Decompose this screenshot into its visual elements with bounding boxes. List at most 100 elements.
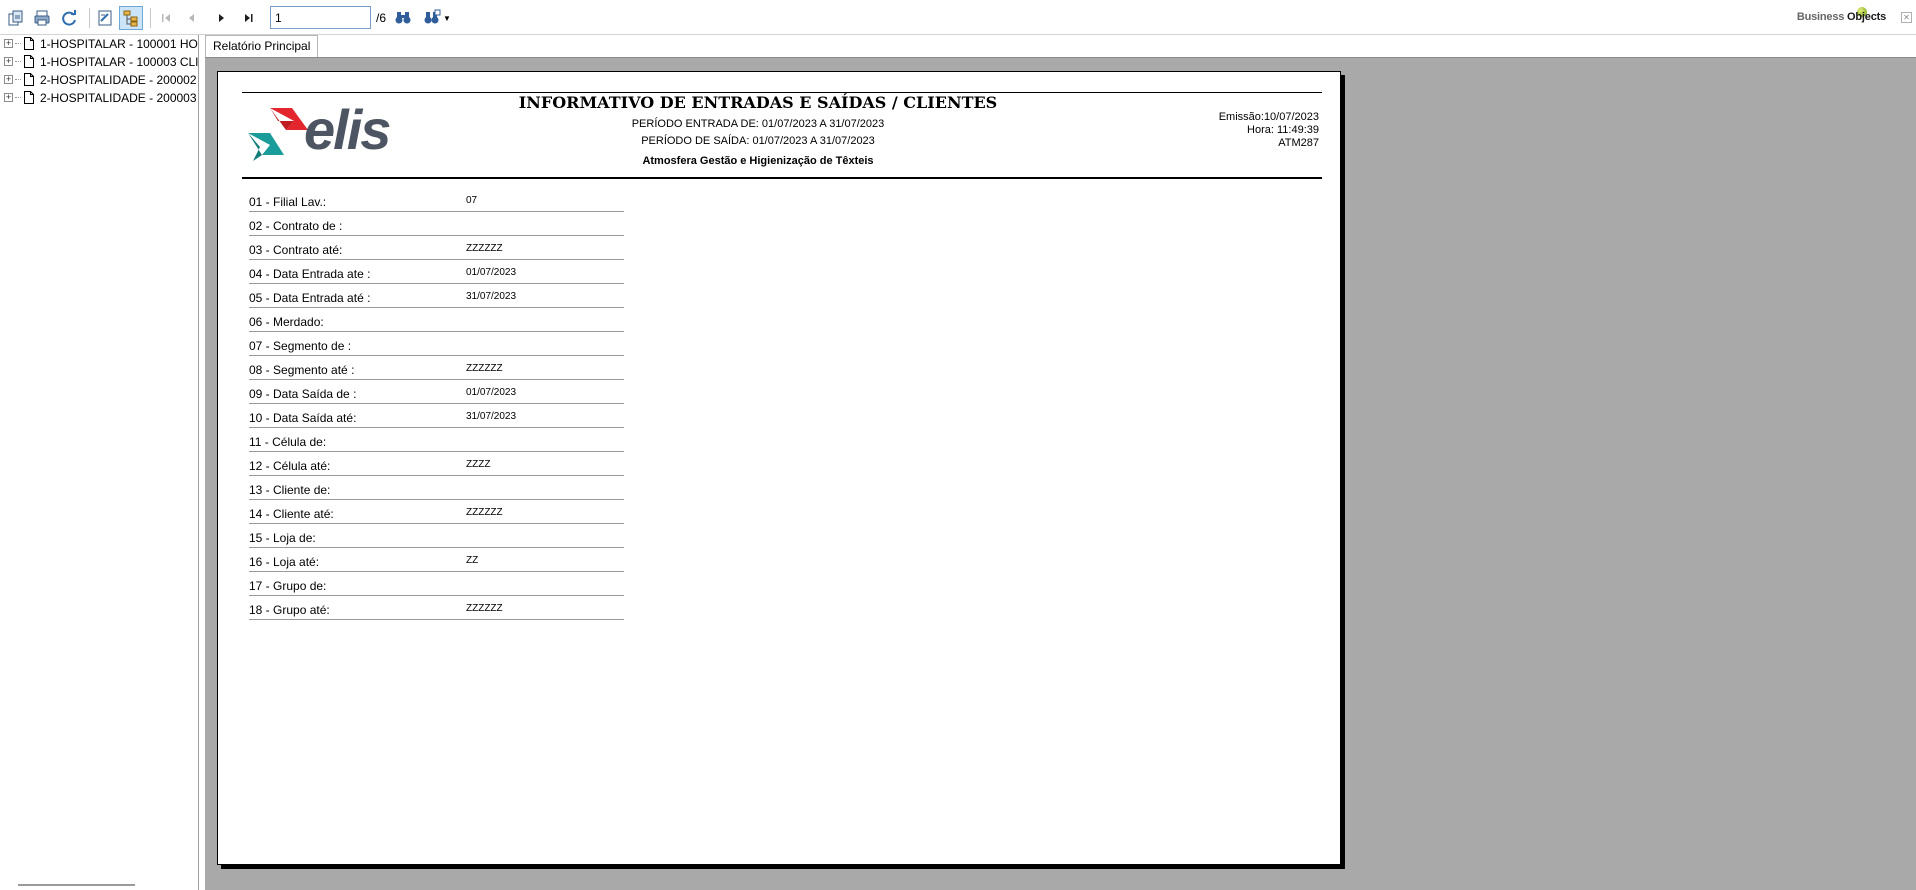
document-icon <box>24 55 34 68</box>
param-row: 12 - Célula até: ZZZZ <box>249 452 624 476</box>
toggle-parameters-icon[interactable] <box>93 6 117 30</box>
param-row: 10 - Data Saída até: 31/07/2023 <box>249 404 624 428</box>
param-row: 08 - Segmento até : ZZZZZZ <box>249 356 624 380</box>
param-value: 01/07/2023 <box>466 267 517 278</box>
param-row: 07 - Segmento de : <box>249 332 624 356</box>
document-icon <box>24 91 34 104</box>
group-tree: + 1-HOSPITALAR - 100001 HOSPITAL + 1-HOS… <box>0 35 199 890</box>
report-viewer[interactable]: elis INFORMATIVO DE ENTRADAS E SAÍDAS / … <box>205 57 1916 890</box>
document-icon <box>24 37 34 50</box>
param-value: 31/07/2023 <box>466 291 517 302</box>
param-row: 05 - Data Entrada até : 31/07/2023 <box>249 284 624 308</box>
periodo-saida: PERÍODO DE SAÍDA: 01/07/2023 A 31/07/202… <box>641 135 875 147</box>
emissao-date: Emissão:10/07/2023 <box>1218 111 1319 123</box>
param-label: 02 - Contrato de : <box>249 219 343 233</box>
tree-item[interactable]: + 1-HOSPITALAR - 100001 HOSPITAL <box>4 35 198 52</box>
elis-logo-mark-icon <box>248 108 308 161</box>
next-page-icon[interactable] <box>209 6 233 30</box>
refresh-icon[interactable] <box>57 6 81 30</box>
param-value: 01/07/2023 <box>466 387 517 398</box>
report-title: INFORMATIVO DE ENTRADAS E SAÍDAS / CLIEN… <box>518 93 998 112</box>
param-label: 06 - Merdado: <box>249 315 324 329</box>
param-value: ZZZZZZ <box>466 507 503 518</box>
param-label: 12 - Célula até: <box>249 459 331 473</box>
param-row: 15 - Loja de: <box>249 524 624 548</box>
report-page: elis INFORMATIVO DE ENTRADAS E SAÍDAS / … <box>217 71 1341 865</box>
param-label: 16 - Loja até: <box>249 555 320 569</box>
document-icon <box>24 73 34 86</box>
param-label: 10 - Data Saída até: <box>249 411 357 425</box>
close-icon[interactable]: ✕ <box>1901 12 1912 23</box>
param-label: 01 - Filial Lav.: <box>249 195 327 209</box>
param-row: 14 - Cliente até: ZZZZZZ <box>249 500 624 524</box>
tree-item[interactable]: + 1-HOSPITALAR - 100003 CLINICA <box>4 53 199 70</box>
param-label: 09 - Data Saída de : <box>249 387 357 401</box>
param-row: 04 - Data Entrada ate : 01/07/2023 <box>249 260 624 284</box>
param-value: 07 <box>466 195 478 206</box>
expand-icon[interactable]: + <box>4 93 13 102</box>
param-row: 09 - Data Saída de : 01/07/2023 <box>249 380 624 404</box>
periodo-entrada: PERÍODO ENTRADA DE: 01/07/2023 A 31/07/2… <box>631 118 885 130</box>
page-total: /6 <box>376 11 387 25</box>
param-value: ZZZZZZ <box>466 603 503 614</box>
param-label: 15 - Loja de: <box>249 531 316 545</box>
toolbar-separator <box>150 8 151 28</box>
previous-page-icon[interactable] <box>180 6 204 30</box>
toggle-group-tree-icon[interactable] <box>119 6 143 30</box>
param-label: 03 - Contrato até: <box>249 243 343 257</box>
tab-relatorio-principal[interactable]: Relatório Principal <box>205 35 319 57</box>
param-row: 13 - Cliente de: <box>249 476 624 500</box>
param-label: 17 - Grupo de: <box>249 579 327 593</box>
param-label: 08 - Segmento até : <box>249 363 355 377</box>
expand-icon[interactable]: + <box>4 39 13 48</box>
horizontal-scrollbar[interactable] <box>18 884 135 886</box>
tree-item-label: 1-HOSPITALAR - 100003 CLINICA <box>40 54 199 69</box>
elis-logo-text: elis <box>304 98 391 161</box>
tree-item[interactable]: + 2-HOSPITALIDADE - 200002 HOTEL <box>4 71 198 88</box>
tree-item[interactable]: + 2-HOSPITALIDADE - 200003 HOTEL <box>4 89 198 106</box>
expand-icon[interactable]: + <box>4 75 13 84</box>
param-label: 07 - Segmento de : <box>249 339 352 353</box>
tree-item-label: 2-HOSPITALIDADE - 200003 HOTEL <box>40 90 198 105</box>
elis-logo: elis <box>248 98 408 165</box>
business-objects-logo: Business Objects <box>1796 11 1886 23</box>
last-page-icon[interactable] <box>237 6 261 30</box>
print-icon[interactable] <box>30 6 54 30</box>
param-label: 13 - Cliente de: <box>249 483 331 497</box>
company-name: Atmosfera Gestão e Higienização de Têxte… <box>642 155 874 167</box>
param-value: 31/07/2023 <box>466 411 517 422</box>
param-row: 16 - Loja até: ZZ <box>249 548 624 572</box>
parameters-list: 01 - Filial Lav.: 07 02 - Contrato de : 0… <box>249 188 624 620</box>
zoom-dropdown[interactable]: ▼ <box>420 6 454 30</box>
param-label: 04 - Data Entrada ate : <box>249 267 371 281</box>
param-value: ZZ <box>466 555 479 566</box>
param-row: 11 - Célula de: <box>249 428 624 452</box>
tree-item-label: 2-HOSPITALIDADE - 200002 HOTEL <box>40 72 198 87</box>
param-label: 11 - Célula de: <box>249 435 327 449</box>
tab-strip: Relatório Principal <box>205 35 1916 57</box>
param-label: 05 - Data Entrada até : <box>249 291 371 305</box>
header-bottom-rule <box>242 177 1322 179</box>
emissao-time: Hora: 11:49:39 <box>1247 124 1319 136</box>
tree-item-label: 1-HOSPITALAR - 100001 HOSPITAL <box>40 36 198 51</box>
param-value: ZZZZZZ <box>466 363 503 374</box>
page-number-input[interactable] <box>270 6 371 29</box>
chevron-down-icon: ▼ <box>443 13 451 23</box>
param-value: ZZZZZZ <box>466 243 503 254</box>
param-row: 18 - Grupo até: ZZZZZZ <box>249 596 624 620</box>
report-code: ATM287 <box>1278 137 1319 149</box>
search-binoculars-icon[interactable] <box>391 6 415 30</box>
param-row: 17 - Grupo de: <box>249 572 624 596</box>
param-row: 02 - Contrato de : <box>249 212 624 236</box>
param-value: ZZZZ <box>466 459 491 470</box>
expand-icon[interactable]: + <box>4 57 13 66</box>
param-row: 06 - Merdado: <box>249 308 624 332</box>
param-row: 01 - Filial Lav.: 07 <box>249 188 624 212</box>
export-icon[interactable] <box>4 6 28 30</box>
first-page-icon[interactable] <box>154 6 178 30</box>
toolbar-separator <box>89 8 90 28</box>
param-label: 18 - Grupo até: <box>249 603 330 617</box>
param-row: 03 - Contrato até: ZZZZZZ <box>249 236 624 260</box>
param-label: 14 - Cliente até: <box>249 507 334 521</box>
toolbar: /6 ▼ Business Objects ✕ <box>0 0 1916 35</box>
